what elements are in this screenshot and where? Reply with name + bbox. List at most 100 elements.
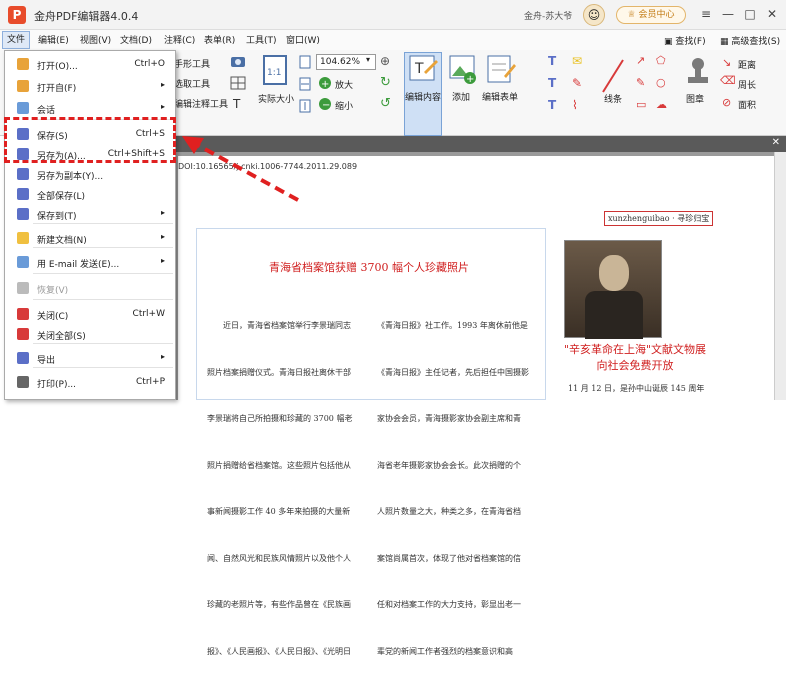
area-label[interactable]: 面积 bbox=[738, 98, 756, 111]
svg-text:T: T bbox=[414, 61, 424, 77]
restore-icon[interactable]: □ bbox=[742, 6, 758, 22]
file-menu-item-open[interactable]: 打开(O)... Ctrl+O bbox=[5, 53, 175, 75]
distance-icon: ↘ bbox=[722, 56, 732, 69]
arrow-icon[interactable]: ↗ bbox=[636, 54, 645, 67]
underline-icon[interactable]: ⌇ bbox=[572, 98, 578, 112]
edit-content-icon: T bbox=[409, 55, 438, 81]
portrait-photo bbox=[564, 240, 662, 339]
select-tool[interactable]: 选取工具 bbox=[174, 77, 210, 90]
save-all-icon bbox=[17, 188, 29, 200]
file-menu-item-print[interactable]: 打印(P)... Ctrl+P bbox=[5, 371, 175, 393]
file-menu-item-export[interactable]: 导出 ▸ bbox=[5, 347, 175, 369]
highlight-icon[interactable]: ✎ bbox=[572, 76, 582, 90]
file-menu-item-email[interactable]: 用 E-mail 发送(E)... ▸ bbox=[5, 251, 175, 273]
file-menu-item-close[interactable]: 关闭(C) Ctrl+W bbox=[5, 303, 175, 325]
file-menu-item-save-copy[interactable]: 另存为副本(Y)... bbox=[5, 163, 175, 185]
rectangle-icon[interactable]: ▭ bbox=[636, 98, 646, 111]
edit-annotation-tool[interactable]: 编辑注释工具 bbox=[174, 97, 228, 110]
cloud-icon[interactable]: ☁ bbox=[656, 98, 667, 111]
text-line: 家协会会员，青海摄影家协会副主席和青 bbox=[377, 414, 521, 423]
file-menu-item-close-all[interactable]: 关闭全部(S) bbox=[5, 323, 175, 345]
vip-center-button[interactable]: ♕ 会员中心 bbox=[616, 6, 686, 24]
find-button[interactable]: ▣ 查找(F) bbox=[664, 34, 706, 47]
menu-file[interactable]: 文件 bbox=[2, 31, 30, 49]
file-menu-item-open-from[interactable]: 打开自(F) ▸ bbox=[5, 75, 175, 97]
submenu-arrow-icon: ▸ bbox=[160, 80, 165, 89]
menu-view[interactable]: 视图(V) bbox=[80, 33, 111, 46]
hand-tool[interactable]: 手形工具 bbox=[174, 57, 210, 70]
menu-item-shortcut: Ctrl+W bbox=[132, 309, 165, 319]
add-label[interactable]: 添加 bbox=[452, 90, 470, 103]
edit-form-icon[interactable] bbox=[486, 54, 516, 84]
menu-document[interactable]: 文档(D) bbox=[120, 33, 152, 46]
minimize-icon[interactable]: — bbox=[720, 6, 736, 22]
menu-edit[interactable]: 编辑(E) bbox=[38, 33, 69, 46]
svg-text:+: + bbox=[466, 74, 474, 84]
menu-annotation[interactable]: 注释(C) bbox=[164, 33, 195, 46]
file-menu-item-new-document[interactable]: 新建文档(N) ▸ bbox=[5, 227, 175, 249]
open-icon bbox=[17, 58, 29, 70]
submenu-arrow-icon: ▸ bbox=[160, 208, 165, 217]
line-tool-label[interactable]: 线条 bbox=[604, 92, 622, 105]
news-title: "辛亥革命在上海"文献文物展向社会免费开放 bbox=[563, 343, 707, 372]
vertical-scrollbar[interactable] bbox=[774, 152, 786, 400]
menu-tools[interactable]: 工具(T) bbox=[246, 33, 277, 46]
typewriter-icon[interactable]: T bbox=[548, 98, 556, 112]
svg-text:−: − bbox=[322, 100, 330, 111]
menu-form[interactable]: 表单(R) bbox=[204, 33, 235, 46]
callout-icon[interactable]: T bbox=[548, 76, 556, 90]
file-menu-item-revert[interactable]: 恢复(V) bbox=[5, 277, 175, 299]
pencil-icon[interactable]: ✎ bbox=[636, 76, 645, 89]
rotate-left-icon[interactable]: ↺ bbox=[380, 96, 391, 111]
note-icon[interactable]: ✉ bbox=[572, 54, 582, 68]
text-line: 任和对档案工作的大力支持，彰显出老一 bbox=[377, 600, 521, 609]
avatar[interactable]: ☺ bbox=[583, 4, 605, 26]
close-icon[interactable]: ✕ bbox=[764, 6, 780, 22]
article-title: 青海省档案馆获赠 3700 幅个人珍藏照片 bbox=[269, 261, 469, 274]
stamp-icon[interactable] bbox=[686, 56, 710, 86]
zoom-in-icon[interactable]: + bbox=[318, 76, 332, 90]
app-title: 金舟PDF编辑器4.0.4 bbox=[34, 10, 139, 23]
ellipse-icon[interactable]: ○ bbox=[656, 76, 666, 89]
advanced-find-icon: ▦ bbox=[720, 37, 729, 47]
text-cursor-icon[interactable]: T bbox=[230, 96, 246, 110]
perimeter-label[interactable]: 周长 bbox=[738, 78, 756, 91]
submenu-arrow-icon: ▸ bbox=[160, 352, 165, 361]
menu-icon[interactable]: ≡ bbox=[698, 6, 714, 22]
line-tool-icon[interactable] bbox=[600, 56, 626, 96]
chevron-down-icon[interactable]: ▾ bbox=[366, 55, 370, 64]
polygon-icon[interactable]: ⬠ bbox=[656, 54, 666, 67]
menu-separator bbox=[33, 223, 173, 224]
user-name[interactable]: 金舟-苏大爷 bbox=[524, 9, 572, 22]
distance-label[interactable]: 距离 bbox=[738, 58, 756, 71]
stamp-label[interactable]: 图章 bbox=[686, 92, 704, 105]
camera-icon[interactable] bbox=[230, 54, 246, 68]
zoom-out-icon[interactable]: − bbox=[318, 97, 332, 111]
file-menu-item-session[interactable]: 会话 ▸ bbox=[5, 97, 175, 119]
text-box-icon[interactable]: T bbox=[548, 54, 556, 68]
fit-visible-icon[interactable] bbox=[298, 99, 312, 113]
new-document-icon bbox=[17, 232, 29, 244]
photo-body bbox=[585, 291, 643, 339]
article-box: 青海省档案馆获赠 3700 幅个人珍藏照片 近日，青海省档案馆举行李景瑞同志 照… bbox=[196, 228, 546, 656]
fit-page-icon[interactable] bbox=[298, 55, 312, 69]
file-menu-item-save-all[interactable]: 全部保存(L) bbox=[5, 183, 175, 205]
fit-width-icon[interactable] bbox=[298, 77, 312, 91]
close-document-icon[interactable]: ✕ bbox=[772, 137, 780, 148]
grid-icon[interactable] bbox=[230, 76, 246, 90]
export-icon bbox=[17, 352, 29, 364]
eraser-icon[interactable]: ⌫ bbox=[720, 74, 736, 87]
advanced-find-button[interactable]: ▦ 高级查找(S) bbox=[720, 34, 780, 47]
text-line: 近日，青海省档案馆举行李景瑞同志 bbox=[207, 321, 351, 330]
actual-size-icon[interactable]: 1:1 bbox=[262, 54, 288, 86]
menu-item-label: 另存为副本(Y)... bbox=[37, 172, 104, 182]
text-line: 海省老年摄影家协会会长。此次捐赠的个 bbox=[377, 460, 521, 470]
edit-form-label[interactable]: 编辑表单 bbox=[482, 90, 518, 103]
menu-window[interactable]: 窗口(W) bbox=[286, 33, 320, 46]
rotate-right-icon[interactable]: ↻ bbox=[380, 75, 391, 90]
zoom-out-label[interactable]: 缩小 bbox=[335, 99, 353, 112]
zoom-in-label[interactable]: 放大 bbox=[335, 78, 353, 91]
zoom-tool-icon[interactable]: ⊕ bbox=[380, 54, 390, 68]
add-icon[interactable]: + bbox=[448, 54, 478, 84]
file-menu-item-save-to[interactable]: 保存到(T) ▸ bbox=[5, 203, 175, 225]
